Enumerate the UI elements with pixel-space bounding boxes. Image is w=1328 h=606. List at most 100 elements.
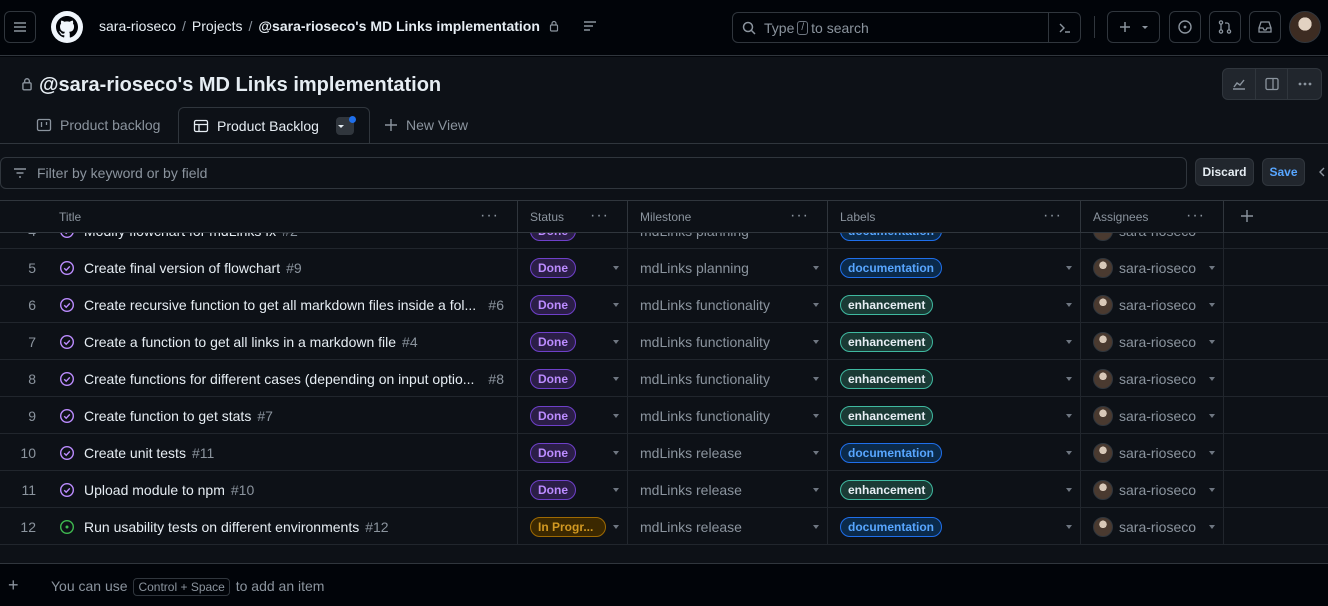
column-menu-icon[interactable]: ··· — [480, 207, 499, 225]
title-cell[interactable]: Run usability tests on different environ… — [46, 508, 518, 545]
chevron-down-icon[interactable] — [1066, 266, 1072, 270]
add-item-icon[interactable]: + — [8, 575, 19, 596]
issue-number[interactable]: #10 — [231, 482, 254, 498]
issue-number[interactable]: #9 — [286, 260, 302, 276]
column-header-assignees[interactable]: Assignees ··· — [1081, 201, 1224, 233]
assignees-cell[interactable]: sara-rioseco — [1081, 508, 1224, 545]
assignees-cell[interactable]: sara-rioseco — [1081, 434, 1224, 471]
issue-number[interactable]: #4 — [402, 334, 418, 350]
chevron-down-icon[interactable] — [813, 451, 819, 455]
issue-number[interactable]: #6 — [488, 297, 504, 313]
discard-button[interactable]: Discard — [1195, 158, 1254, 186]
assignees-cell[interactable]: sara-rioseco — [1081, 360, 1224, 397]
labels-cell[interactable]: enhancement — [828, 286, 1081, 323]
list-icon[interactable] — [582, 18, 598, 34]
chevron-down-icon[interactable] — [1066, 340, 1072, 344]
chevron-down-icon[interactable] — [613, 414, 619, 418]
table-row[interactable]: 12 Run usability tests on different envi… — [0, 508, 1328, 545]
side-panel-button[interactable] — [1256, 69, 1289, 99]
milestone-cell[interactable]: mdLinks planning — [628, 249, 828, 286]
column-header-status[interactable]: Status ··· — [518, 201, 628, 233]
column-header-labels[interactable]: Labels ··· — [828, 201, 1081, 233]
chevron-down-icon[interactable] — [1066, 303, 1072, 307]
chevron-down-icon[interactable] — [613, 451, 619, 455]
title-cell[interactable]: Create function to get stats #7 — [46, 397, 518, 434]
chevron-down-icon[interactable] — [813, 414, 819, 418]
labels-cell[interactable]: enhancement — [828, 471, 1081, 508]
chevron-down-icon[interactable] — [1066, 414, 1072, 418]
chevron-down-icon[interactable] — [1066, 451, 1072, 455]
issue-title[interactable]: Modify flowchart for mdLinks fx — [84, 233, 276, 239]
issue-number[interactable]: #8 — [488, 371, 504, 387]
create-new-button[interactable] — [1107, 11, 1160, 43]
chevron-down-icon[interactable] — [613, 488, 619, 492]
issues-button[interactable] — [1169, 11, 1201, 43]
arrow-left-icon[interactable] — [1316, 166, 1328, 178]
issue-title[interactable]: Create function to get stats — [84, 408, 251, 424]
table-row[interactable]: 9 Create function to get stats #7 Done md… — [0, 397, 1328, 434]
chevron-down-icon[interactable] — [1209, 266, 1215, 270]
issue-title[interactable]: Create final version of flowchart — [84, 260, 280, 276]
labels-cell[interactable]: documentation — [828, 249, 1081, 286]
milestone-cell[interactable]: mdLinks release — [628, 471, 828, 508]
chevron-down-icon[interactable] — [613, 266, 619, 270]
labels-cell[interactable]: documentation — [828, 508, 1081, 545]
milestone-cell[interactable]: mdLinks release — [628, 434, 828, 471]
chevron-down-icon[interactable] — [1209, 340, 1215, 344]
chevron-down-icon[interactable] — [613, 377, 619, 381]
title-cell[interactable]: Upload module to npm #10 — [46, 471, 518, 508]
status-cell[interactable]: Done — [518, 286, 628, 323]
labels-cell[interactable]: documentation — [828, 434, 1081, 471]
menu-button[interactable] — [4, 11, 36, 43]
chevron-down-icon[interactable] — [1209, 451, 1215, 455]
column-menu-icon[interactable]: ··· — [590, 207, 609, 225]
chevron-down-icon[interactable] — [1209, 377, 1215, 381]
chevron-down-icon[interactable] — [813, 525, 819, 529]
chevron-down-icon[interactable] — [813, 266, 819, 270]
issue-number[interactable]: #12 — [365, 519, 388, 535]
chevron-down-icon[interactable] — [1209, 488, 1215, 492]
search-input[interactable]: Type / to search — [732, 12, 1081, 43]
status-cell[interactable]: Done — [518, 471, 628, 508]
title-cell[interactable]: Create final version of flowchart #9 — [46, 249, 518, 286]
chevron-down-icon[interactable] — [813, 488, 819, 492]
title-cell[interactable]: Create unit tests #11 — [46, 434, 518, 471]
issue-number[interactable]: #11 — [192, 445, 214, 461]
chevron-down-icon[interactable] — [813, 303, 819, 307]
table-row[interactable]: 11 Upload module to npm #10 Done mdLinks … — [0, 471, 1328, 508]
issue-title[interactable]: Create unit tests — [84, 445, 186, 461]
chevron-down-icon[interactable] — [813, 340, 819, 344]
chevron-down-icon[interactable] — [613, 340, 619, 344]
labels-cell[interactable]: documentation — [828, 233, 1081, 249]
issue-title[interactable]: Create recursive function to get all mar… — [84, 297, 476, 313]
milestone-cell[interactable]: mdLinks release — [628, 508, 828, 545]
milestone-cell[interactable]: mdLinks functionality — [628, 323, 828, 360]
chevron-down-icon[interactable] — [1066, 488, 1072, 492]
pull-requests-button[interactable] — [1209, 11, 1241, 43]
milestone-cell[interactable]: mdLinks functionality — [628, 360, 828, 397]
insights-button[interactable] — [1223, 69, 1256, 99]
column-header-title[interactable]: Title ··· — [46, 201, 518, 233]
column-menu-icon[interactable]: ··· — [1186, 207, 1205, 225]
milestone-cell[interactable]: mdLinks functionality — [628, 397, 828, 434]
assignees-cell[interactable]: sara-rioseco — [1081, 233, 1224, 249]
status-cell[interactable]: In Progr... — [518, 508, 628, 545]
chevron-down-icon[interactable] — [613, 303, 619, 307]
breadcrumb-owner[interactable]: sara-rioseco — [99, 18, 176, 34]
milestone-cell[interactable]: mdLinks planning — [628, 233, 828, 249]
table-row[interactable]: 6 Create recursive function to get all m… — [0, 286, 1328, 323]
breadcrumb-project[interactable]: @sara-rioseco's MD Links implementation — [258, 18, 540, 34]
issue-number[interactable]: #2 — [282, 233, 298, 239]
chevron-down-icon[interactable] — [1209, 303, 1215, 307]
chevron-down-icon[interactable] — [1209, 525, 1215, 529]
title-cell[interactable]: Modify flowchart for mdLinks fx #2 — [46, 233, 518, 249]
status-cell[interactable]: Done — [518, 434, 628, 471]
add-item-bar[interactable]: + You can use Control + Space to add an … — [0, 563, 1328, 606]
save-button[interactable]: Save — [1262, 158, 1305, 186]
add-field-icon[interactable] — [1240, 209, 1254, 223]
tab-product-backlog-board[interactable]: Product backlog — [36, 107, 160, 143]
issue-number[interactable]: #7 — [257, 408, 273, 424]
avatar[interactable] — [1289, 11, 1321, 43]
filter-input[interactable]: Filter by keyword or by field — [0, 157, 1187, 189]
status-cell[interactable]: Done — [518, 397, 628, 434]
